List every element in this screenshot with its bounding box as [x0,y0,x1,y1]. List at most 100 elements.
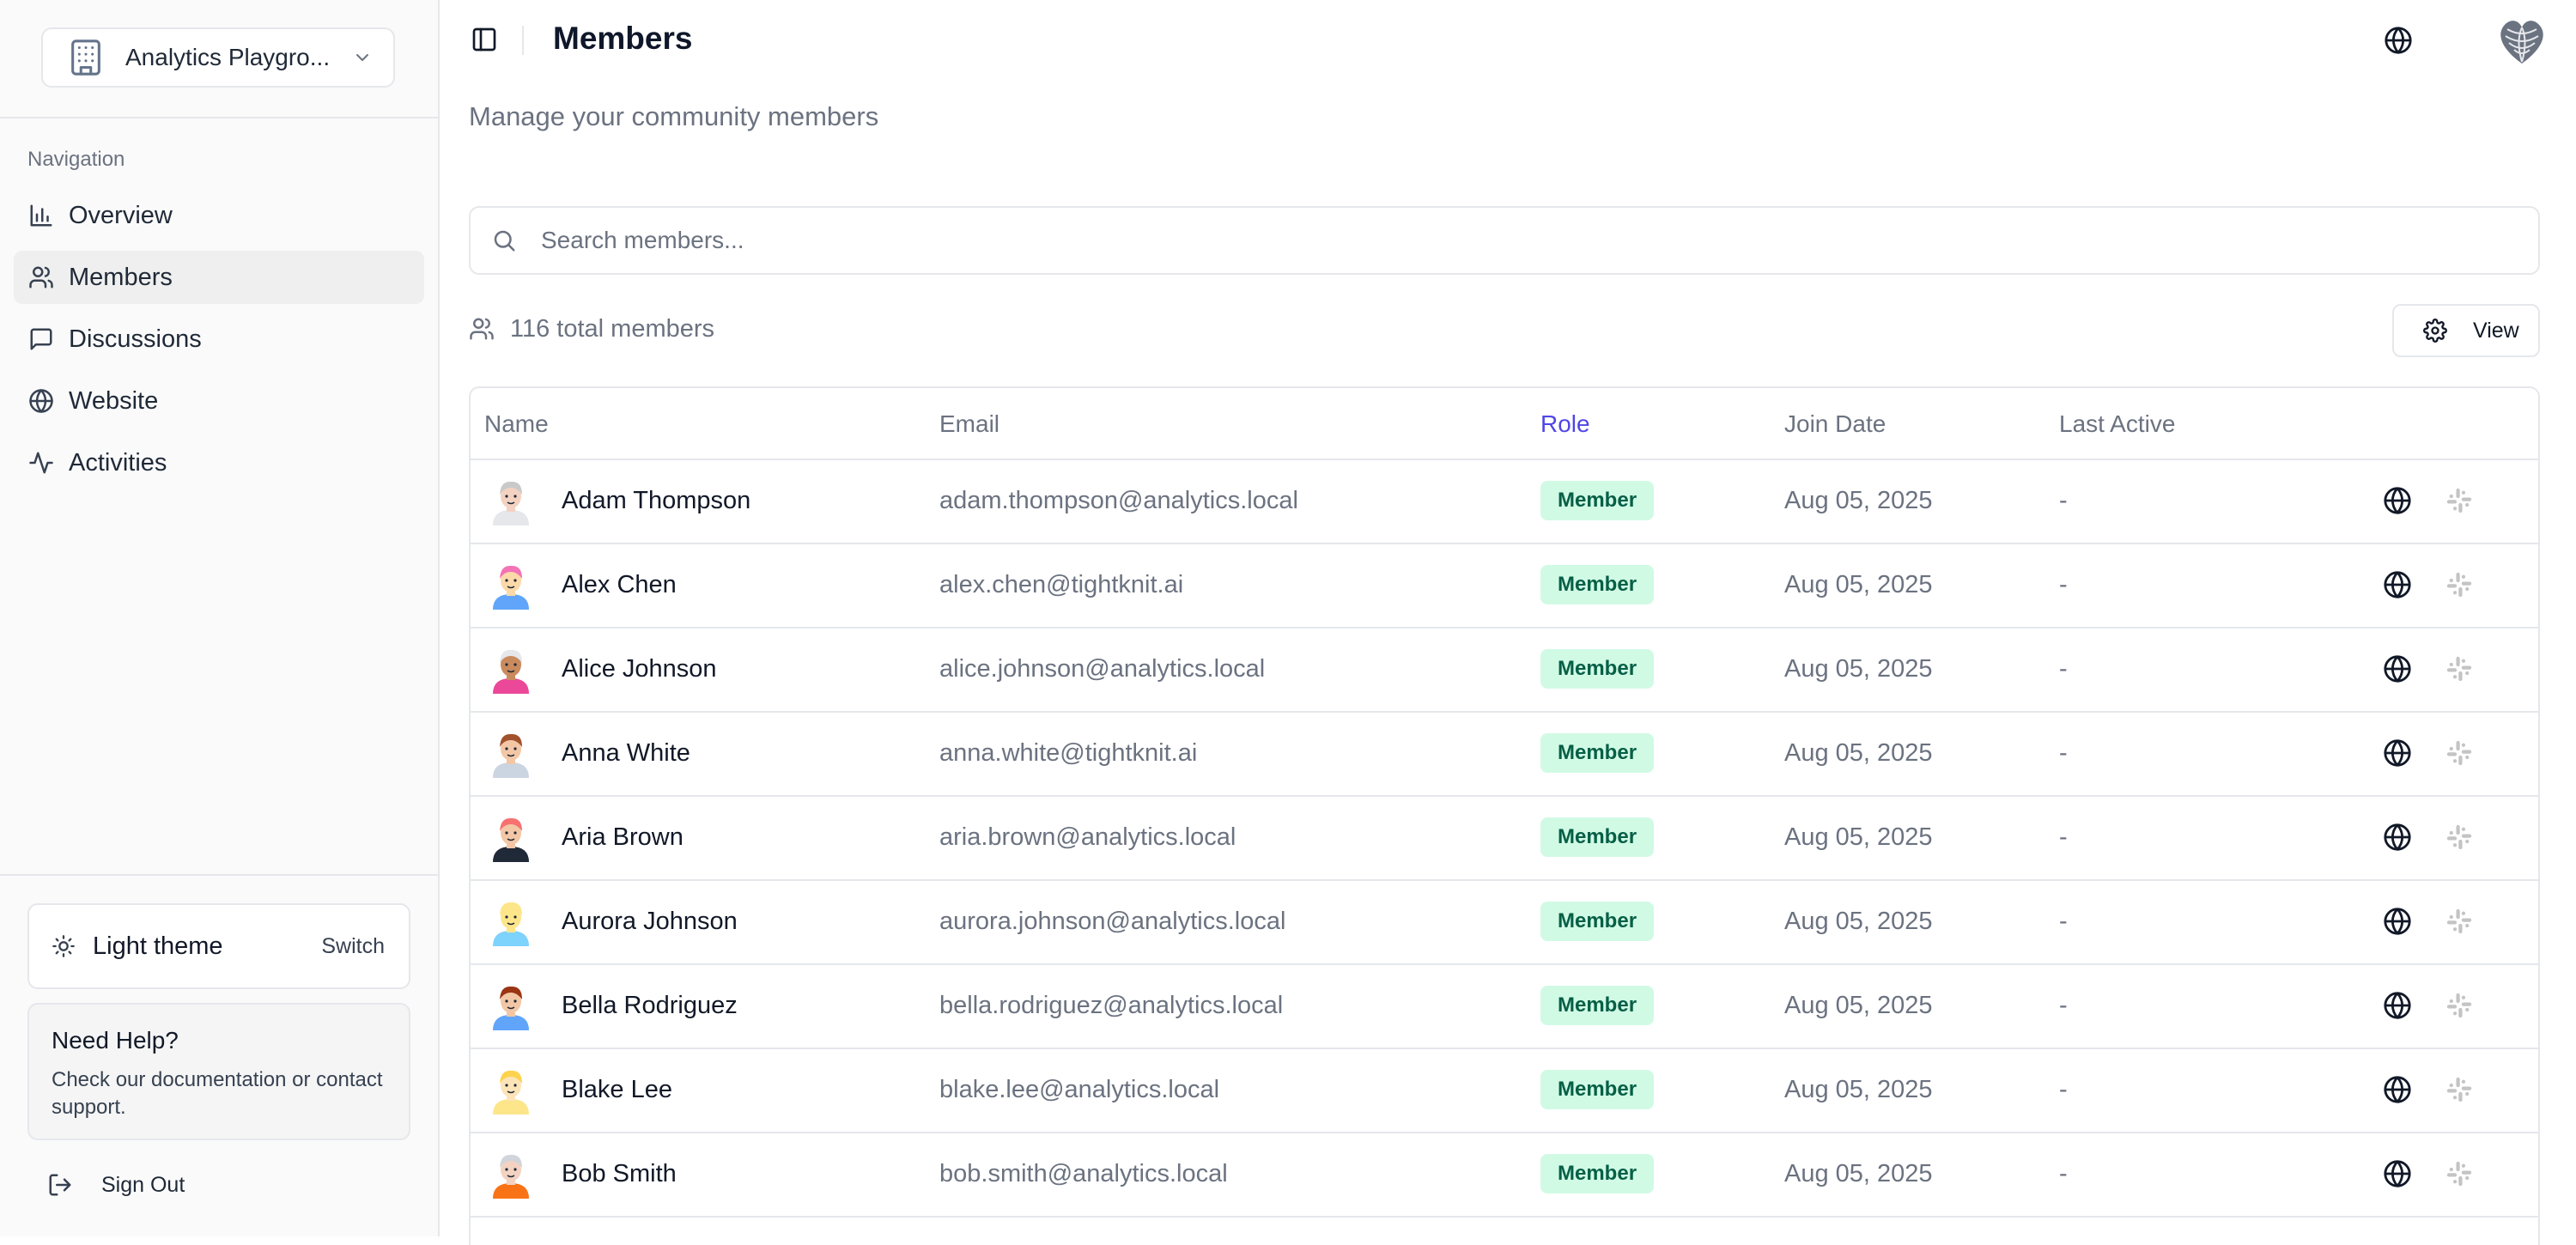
sign-out-button[interactable]: Sign Out [45,1164,185,1206]
slack-icon[interactable] [2444,653,2475,684]
globe-icon[interactable] [2382,485,2413,516]
member-last-active-cell: - [2059,1132,2068,1216]
row-actions [2382,1132,2475,1216]
globe-icon[interactable] [2382,1074,2413,1105]
slack-icon[interactable] [2444,906,2475,937]
column-header-email[interactable]: Email [939,410,999,438]
role-badge: Member [1540,733,1655,773]
member-name: Blake Lee [562,1075,672,1103]
member-email-cell: aria.brown@analytics.local [939,795,1236,879]
sidebar-item-label: Members [69,263,173,291]
table-row[interactable]: Blake Lee blake.lee@analytics.local Member… [471,1048,2538,1133]
member-email-cell: adam.thompson@analytics.local [939,459,1298,543]
column-header-last-active[interactable]: Last Active [2059,410,2175,438]
member-email: adam.thompson@analytics.local [939,486,1298,514]
globe-icon[interactable] [2382,569,2413,600]
chevron-down-icon [350,46,374,70]
sidebar-item-label: Overview [69,201,173,229]
column-header-join-date[interactable]: Join Date [1784,410,1886,438]
sidebar-item-activities[interactable]: Activities [14,436,424,489]
view-options-button[interactable]: View [2392,304,2540,357]
table-row[interactable]: Anna White anna.white@tightknit.ai Member A… [471,711,2538,797]
avatar [486,1149,536,1199]
member-name: Adam Thompson [562,486,751,514]
table-row[interactable]: Bob Smith bob.smith@analytics.local Member… [471,1132,2538,1218]
slack-icon[interactable] [2444,1158,2475,1189]
member-name-cell: Bob Smith [486,1132,677,1216]
help-text: Check our documentation or contact suppo… [52,1068,383,1119]
join-date: Aug 05, 2025 [1784,907,1933,935]
role-badge: Member [1540,481,1655,520]
table-row[interactable]: Aurora Johnson aurora.johnson@analytics.l… [471,879,2538,965]
member-name: Alice Johnson [562,654,717,683]
member-count: 116 total members [467,314,714,343]
avatar [486,560,536,610]
globe-icon[interactable] [2382,990,2413,1021]
member-role-cell: Member [1540,963,1655,1048]
search-box [469,206,2540,275]
member-last-active-cell: - [2059,711,2068,795]
member-join-date-cell: Aug 05, 2025 [1784,543,1933,627]
slack-icon[interactable] [2444,1074,2475,1105]
last-active: - [2059,1159,2068,1187]
last-active: - [2059,907,2068,935]
join-date: Aug 05, 2025 [1784,1159,1933,1187]
member-last-active-cell: - [2059,627,2068,711]
row-actions [2382,459,2475,543]
org-switcher[interactable]: Analytics Playgro... [41,27,395,88]
member-role-cell: Member [1540,879,1655,963]
slack-icon[interactable] [2444,822,2475,853]
globe-icon[interactable] [2382,822,2413,853]
sidebar-item-members[interactable]: Members [14,251,424,304]
member-email: aurora.johnson@analytics.local [939,907,1286,935]
log-out-icon [45,1169,76,1200]
slack-icon[interactable] [2444,990,2475,1021]
table-row[interactable]: Adam Thompson adam.thompson@analytics.loc… [471,459,2538,544]
member-email-cell: alex.chen@tightknit.ai [939,543,1183,627]
table-row[interactable]: Aria Brown aria.brown@analytics.local Memb… [471,795,2538,881]
table-row[interactable]: Bella Rodriguez bella.rodriguez@analytics… [471,963,2538,1049]
join-date: Aug 05, 2025 [1784,570,1933,598]
globe-icon[interactable] [2382,906,2413,937]
member-email-cell: alice.johnson@analytics.local [939,627,1265,711]
member-email-cell: anna.white@tightknit.ai [939,711,1197,795]
sidebar-item-discussions[interactable]: Discussions [14,313,424,366]
member-email: alex.chen@tightknit.ai [939,570,1184,598]
member-role-cell: Member [1540,711,1655,795]
globe-icon[interactable] [2382,738,2413,768]
last-active: - [2059,991,2068,1019]
sidebar-item-overview[interactable]: Overview [14,189,424,242]
search-input[interactable] [539,226,2538,255]
help-title: Need Help? [52,1027,179,1054]
globe-icon[interactable] [2382,653,2413,684]
row-actions [2382,1048,2475,1132]
language-globe-icon[interactable] [2382,24,2415,57]
join-date: Aug 05, 2025 [1784,1075,1933,1103]
table-row[interactable]: Alex Chen alex.chen@tightknit.ai Member Aug… [471,543,2538,629]
user-avatar[interactable] [2494,12,2550,69]
column-header-role[interactable]: Role [1540,410,1590,438]
avatar [486,644,536,694]
globe-icon[interactable] [2382,1158,2413,1189]
last-active: - [2059,738,2068,767]
member-name-cell: Blake Lee [486,1048,672,1132]
theme-switch-button[interactable]: Switch [321,934,385,959]
member-name-cell: Alex Chen [486,543,677,627]
slack-icon[interactable] [2444,569,2475,600]
table-row[interactable]: Alice Johnson alice.johnson@analytics.loc… [471,627,2538,713]
member-email: anna.white@tightknit.ai [939,738,1198,767]
sidebar-item-label: Discussions [69,325,202,353]
org-name: Analytics Playgro... [125,44,331,70]
member-role-cell: Member [1540,627,1655,711]
avatar [486,981,536,1030]
sidebar-item-website[interactable]: Website [14,374,424,428]
sidebar-toggle-button[interactable] [469,24,500,55]
members-table: Name Email Role Join Date Last Active Ad… [469,386,2540,1245]
slack-icon[interactable] [2444,485,2475,516]
sun-icon [50,932,77,960]
column-header-name[interactable]: Name [484,410,549,438]
member-email-cell: aurora.johnson@analytics.local [939,879,1285,963]
member-email: bob.smith@analytics.local [939,1159,1228,1187]
slack-icon[interactable] [2444,738,2475,768]
activity-icon [27,449,55,477]
